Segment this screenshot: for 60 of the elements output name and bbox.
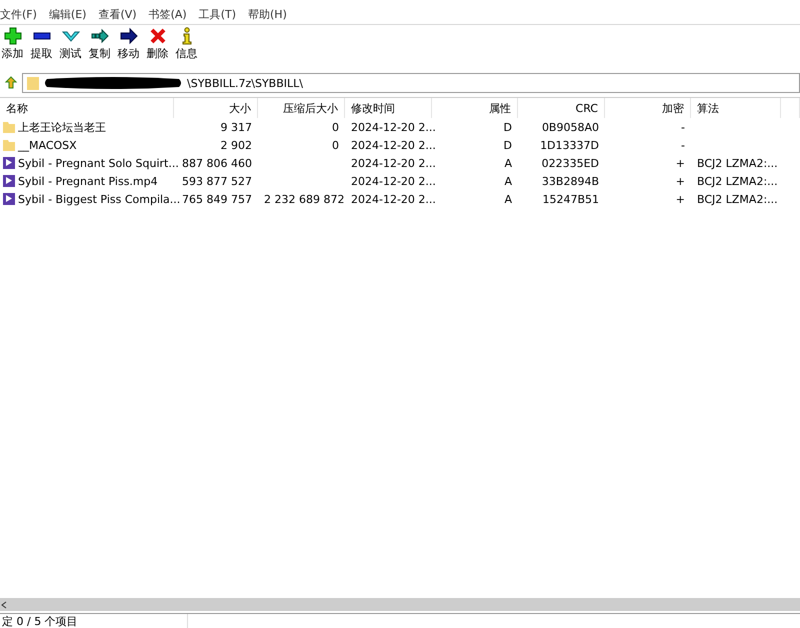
table-cell-text: 0B9058A0 — [540, 120, 600, 134]
table-cell-text: BCJ2 LZMA2:... — [696, 192, 779, 206]
column-header[interactable]: 算法 — [691, 98, 781, 118]
video-file-icon — [2, 192, 16, 206]
table-cell-text: + — [674, 192, 686, 206]
arrow-icon — [120, 27, 138, 45]
file-name[interactable]: __MACOSX — [18, 138, 77, 152]
scroll-left-icon[interactable] — [0, 600, 8, 608]
table-cell-text: 2 232 689 872 — [263, 192, 345, 206]
file-name[interactable]: Sybil - Pregnant Piss.mp4 — [18, 174, 158, 188]
table-cell-text: 1D13337D — [539, 138, 600, 152]
video-file-icon — [2, 156, 16, 170]
arrow-icon — [90, 27, 108, 45]
toolbar-button[interactable]: 添加 — [0, 27, 25, 69]
toolbar-button[interactable]: 删除 — [145, 27, 170, 69]
scrollbar[interactable] — [0, 598, 800, 611]
column-header[interactable]: 加密 — [605, 98, 691, 118]
table-cell-text: - — [680, 120, 686, 134]
table-cell-text: 0 — [331, 120, 340, 134]
column-header[interactable]: 属性 — [432, 98, 518, 118]
column-header[interactable]: 名称 — [0, 98, 174, 118]
table-cell-text: BCJ2 LZMA2:... — [696, 174, 779, 188]
toolbar-button[interactable]: 提取 — [29, 27, 54, 69]
table-cell-text: - — [680, 138, 686, 152]
column-header[interactable]: 大小 — [174, 98, 258, 118]
file-name[interactable]: Sybil - Biggest Piss Compila... — [18, 192, 180, 206]
table-cell-text: BCJ2 LZMA2:... — [696, 156, 779, 170]
delete-icon — [148, 27, 166, 45]
folder-icon — [27, 76, 39, 90]
menu-item[interactable]: 文件(F) — [0, 7, 37, 22]
table-cell-text: + — [674, 156, 686, 170]
table-cell-text: 022335ED — [540, 156, 600, 170]
plus-icon — [4, 27, 22, 45]
table-cell-text: + — [674, 174, 686, 188]
status-text: 定 0 / 5 个项目 — [0, 614, 188, 628]
table-cell-text: 33B2894B — [540, 174, 600, 188]
table-cell-text: 593 877 527 — [181, 174, 253, 188]
menu-item[interactable]: 帮助(H) — [248, 7, 287, 22]
column-header[interactable]: 修改时间 — [345, 98, 432, 118]
folder-icon — [2, 138, 16, 152]
table-cell-text: 9 317 — [220, 120, 253, 134]
menu-item[interactable]: 书签(A) — [148, 7, 187, 22]
column-header[interactable]: CRC — [518, 98, 605, 118]
file-name[interactable]: Sybil - Pregnant Solo Squirt... — [18, 156, 179, 170]
address-field[interactable]: \SYBBILL.7z\SYBBILL\ — [22, 73, 800, 93]
column-header[interactable]: 压缩后大小 — [258, 98, 345, 118]
video-file-icon — [2, 174, 16, 188]
toolbar-button[interactable]: 信息 — [174, 27, 199, 69]
folder-icon — [2, 120, 16, 134]
table-cell-text: 0 — [331, 138, 340, 152]
menu-item[interactable]: 查看(V) — [98, 7, 137, 22]
up-folder-icon[interactable] — [4, 76, 18, 90]
menu-item[interactable]: 编辑(E) — [48, 7, 86, 22]
menu-item[interactable]: 工具(T) — [198, 7, 236, 22]
toolbar-button[interactable]: 测试 — [58, 27, 83, 69]
file-name[interactable]: 上老王论坛当老王 — [18, 120, 106, 134]
toolbar-button[interactable]: 移动 — [116, 27, 141, 69]
toolbar-button[interactable]: 复制 — [87, 27, 112, 69]
table-cell-text: 15247B51 — [541, 192, 600, 206]
table-cell-text: 2 902 — [220, 138, 253, 152]
